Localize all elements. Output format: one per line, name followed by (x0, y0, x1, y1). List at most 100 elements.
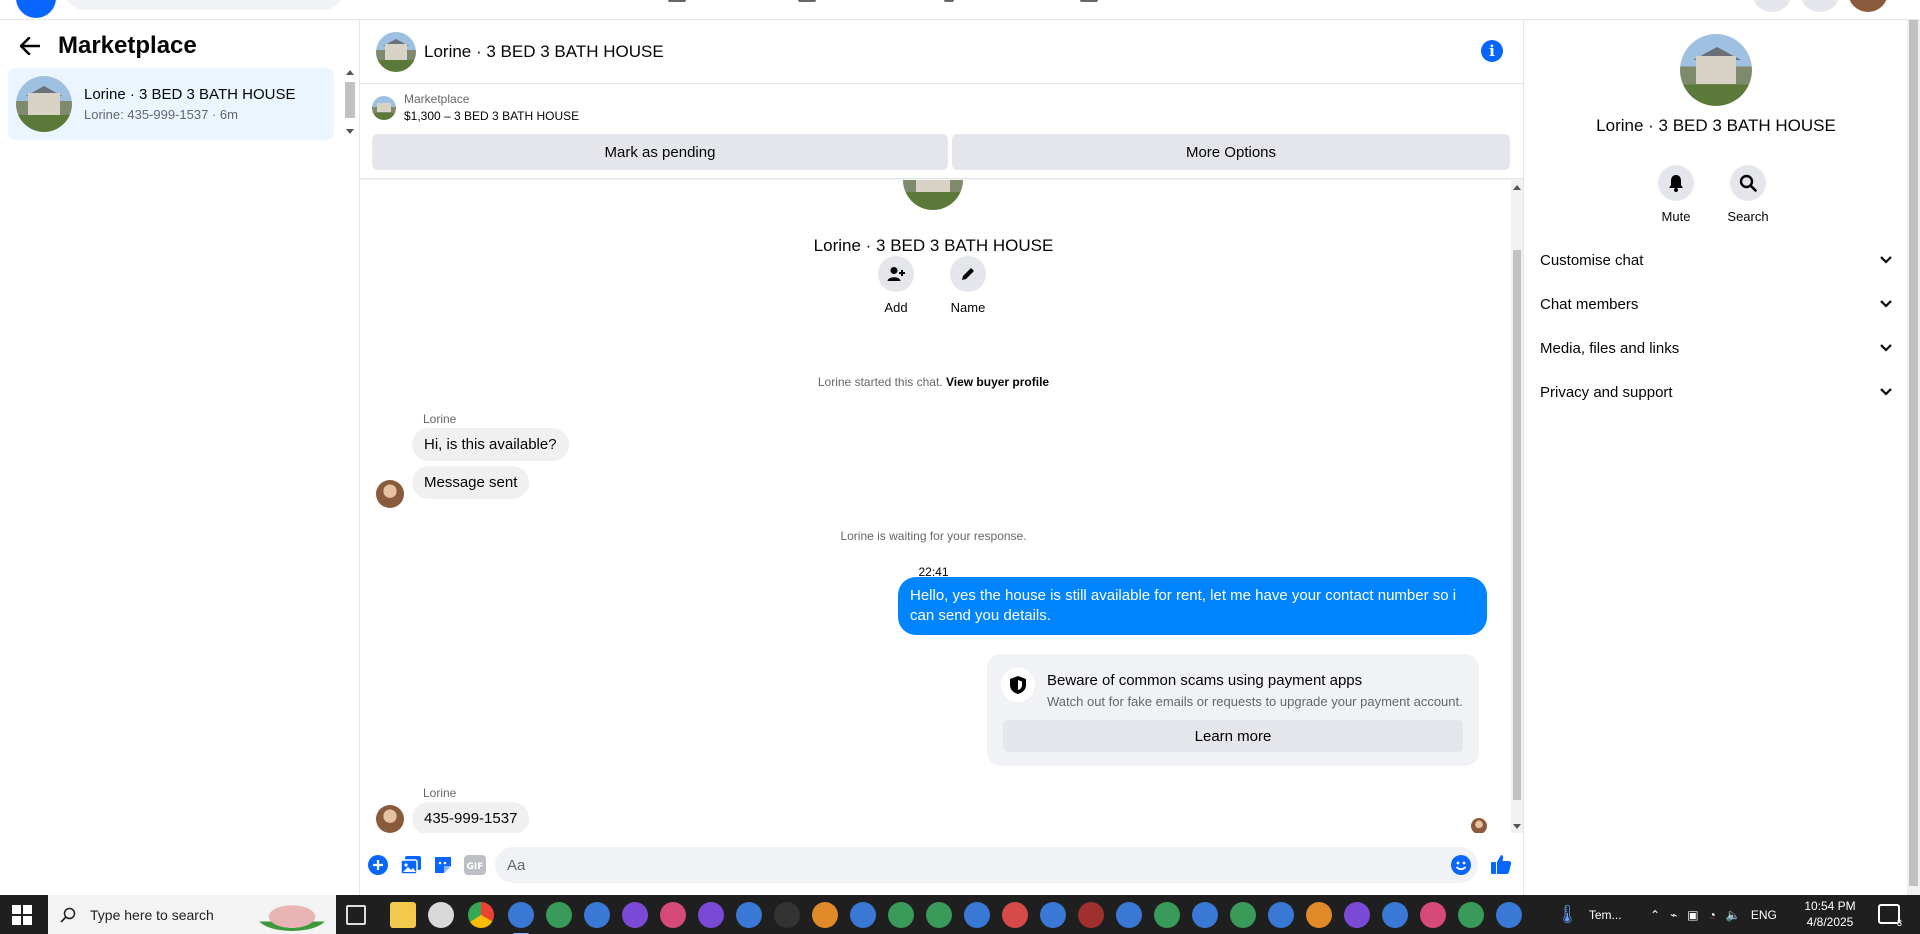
weather-widget[interactable]: 🌡 Tem... (1556, 895, 1622, 934)
volume-icon[interactable]: 🔈 (1726, 908, 1741, 922)
incoming-message[interactable]: 435-999-1537 (412, 802, 530, 833)
emoji-icon[interactable] (1450, 854, 1472, 876)
notification-center-icon[interactable]: 3 (1878, 904, 1902, 928)
page-scrollbar[interactable] (1907, 20, 1920, 895)
incoming-message[interactable]: Hi, is this available? (412, 428, 569, 461)
chrome-profile-icon[interactable] (774, 902, 800, 928)
add-action[interactable]: Add (878, 256, 914, 315)
app-icon[interactable] (428, 902, 454, 928)
learn-more-button[interactable]: Learn more (1003, 720, 1463, 752)
chrome-profile-icon[interactable] (1382, 902, 1408, 928)
chrome-profile-icon[interactable] (1192, 902, 1218, 928)
clock[interactable]: 10:54 PM 4/8/2025 (1795, 898, 1865, 930)
bell-icon[interactable] (1658, 165, 1694, 201)
taskbar-search[interactable]: Type here to search (48, 895, 336, 934)
plus-circle-icon[interactable] (367, 854, 389, 876)
chrome-icon[interactable] (468, 902, 494, 928)
chrome-profile-icon[interactable] (1458, 902, 1484, 928)
add-person-icon[interactable] (878, 256, 914, 292)
chevron-up-icon[interactable]: ⌃ (1650, 908, 1660, 922)
chrome-profile-icon[interactable] (1002, 902, 1028, 928)
chrome-profile-icon[interactable] (584, 902, 610, 928)
chat-members-section[interactable]: Chat members (1540, 282, 1892, 326)
chrome-profile-icon[interactable] (622, 902, 648, 928)
chrome-profile-icon[interactable] (850, 902, 876, 928)
more-options-button[interactable]: More Options (952, 134, 1510, 170)
chat-header-avatar[interactable] (376, 31, 416, 72)
chrome-profile-icon[interactable] (926, 902, 952, 928)
chrome-profile-icon[interactable] (1078, 902, 1104, 928)
gif-icon[interactable]: GIF (464, 854, 486, 876)
task-view-icon[interactable] (346, 905, 366, 925)
lorine-avatar[interactable] (376, 805, 404, 833)
camera-icon[interactable]: ▣ (1687, 908, 1698, 922)
language-indicator[interactable]: ENG (1751, 908, 1777, 922)
listing-summary[interactable]: Marketplace $1,300 – 3 BED 3 BATH HOUSE (372, 92, 579, 123)
chrome-profile-icon[interactable] (546, 902, 572, 928)
chrome-profile-icon[interactable] (812, 902, 838, 928)
mark-pending-button[interactable]: Mark as pending (372, 134, 948, 170)
chrome-profile-icon[interactable] (698, 902, 724, 928)
network-icon[interactable]: ⌁ (1670, 908, 1677, 922)
thread-avatar (903, 180, 963, 210)
name-action[interactable]: Name (950, 256, 986, 315)
details-avatar[interactable] (1680, 34, 1752, 106)
chrome-profile-icon[interactable] (1230, 902, 1256, 928)
chrome-profile-icon[interactable] (1116, 902, 1142, 928)
message-composer: GIF (360, 843, 1523, 887)
listing-thumbnail (16, 76, 72, 132)
view-buyer-profile-link[interactable]: View buyer profile (946, 375, 1049, 389)
privacy-support-section[interactable]: Privacy and support (1540, 370, 1892, 414)
chrome-profile-icon[interactable] (1268, 902, 1294, 928)
top-search-input[interactable] (64, 0, 344, 10)
thumbs-up-icon[interactable] (1490, 853, 1512, 875)
nav-home-icon[interactable] (668, 0, 686, 2)
mute-label: Mute (1661, 209, 1691, 224)
sticker-icon[interactable] (432, 854, 454, 876)
menu-grid-icon[interactable] (1752, 0, 1792, 12)
chrome-profile-icon[interactable] (1496, 902, 1522, 928)
nav-marketplace-icon[interactable] (944, 0, 954, 2)
notification-count: 3 (1896, 918, 1902, 928)
chat-title[interactable]: Lorine · 3 BED 3 BATH HOUSE (424, 42, 664, 62)
chrome-profile-icon[interactable] (1420, 902, 1446, 928)
app-root: Marketplace Lorine · 3 BED 3 BATH HOUSE … (0, 0, 1920, 934)
incoming-message[interactable]: Message sent (412, 466, 530, 499)
nav-video-icon[interactable] (798, 0, 816, 2)
thread-scrollbar[interactable] (1511, 180, 1523, 833)
media-files-links-section[interactable]: Media, files and links (1540, 326, 1892, 370)
customise-chat-section[interactable]: Customise chat (1540, 238, 1892, 282)
facebook-logo-icon[interactable] (16, 0, 56, 18)
search-action[interactable]: Search (1727, 165, 1769, 224)
chrome-profile-icon[interactable] (1040, 902, 1066, 928)
chrome-profile-icon[interactable] (1154, 902, 1180, 928)
chrome-profile-icon[interactable] (888, 902, 914, 928)
wifi-icon[interactable]: ◔ (1709, 908, 1716, 922)
chrome-profile-icon[interactable] (964, 902, 990, 928)
photo-icon[interactable] (400, 854, 422, 876)
search-icon[interactable] (1730, 165, 1766, 201)
outgoing-message[interactable]: Hello, yes the house is still available … (898, 577, 1487, 635)
nav-groups-icon[interactable] (1080, 0, 1098, 2)
chrome-profile-icon[interactable] (660, 902, 686, 928)
message-input[interactable] (495, 847, 1478, 883)
conversation-item[interactable]: Lorine · 3 BED 3 BATH HOUSE Lorine: 435-… (8, 68, 334, 140)
arrow-left-icon[interactable] (16, 32, 44, 60)
chrome-profile-icon[interactable] (1306, 902, 1332, 928)
lorine-avatar[interactable] (376, 480, 404, 508)
details-title: Lorine · 3 BED 3 BATH HOUSE (1596, 116, 1836, 135)
chrome-profile-icon[interactable] (736, 902, 762, 928)
windows-start-icon[interactable] (12, 905, 32, 925)
system-tray: ⌃ ⌁ ▣ ◔ 🔈 ENG (1650, 895, 1777, 934)
name-label: Name (950, 300, 986, 315)
sidebar-scrollbar[interactable] (344, 68, 356, 136)
notifications-icon[interactable] (1800, 0, 1840, 12)
profile-avatar[interactable] (1848, 0, 1888, 12)
file-explorer-icon[interactable] (390, 902, 416, 928)
pencil-icon[interactable] (950, 256, 986, 292)
weather-text: Tem... (1588, 907, 1622, 922)
mute-action[interactable]: Mute (1658, 165, 1694, 224)
chrome-profile-icon[interactable] (508, 902, 534, 934)
chrome-profile-icon[interactable] (1344, 902, 1370, 928)
info-icon[interactable]: i (1481, 40, 1503, 62)
